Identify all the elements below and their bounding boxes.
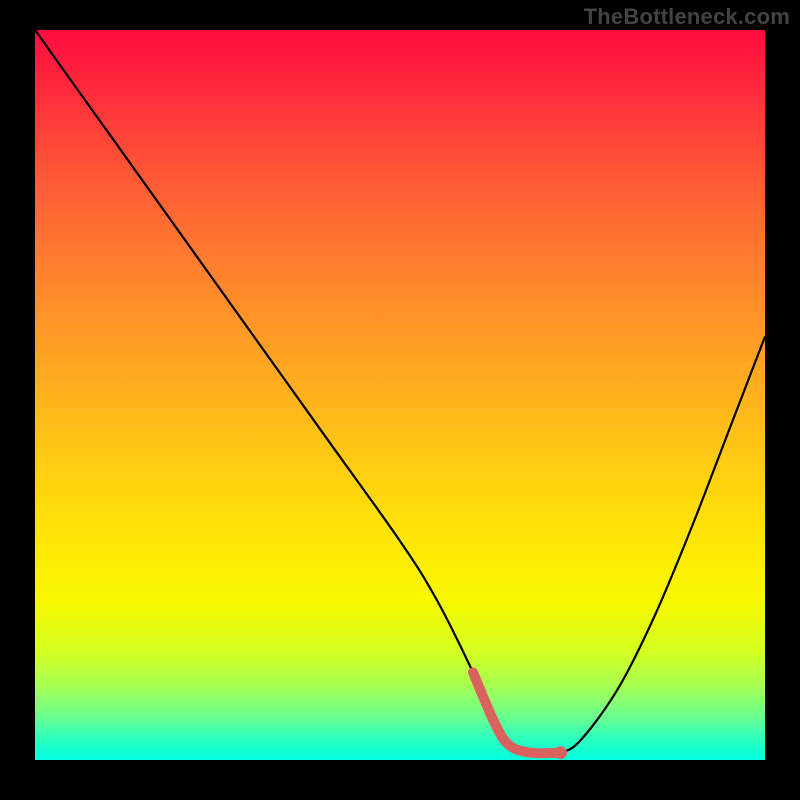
chart-frame <box>35 30 765 760</box>
highlight-end-dot <box>554 746 567 759</box>
chart-svg <box>35 30 765 760</box>
highlight-segment <box>473 672 561 753</box>
watermark-text: TheBottleneck.com <box>584 4 790 30</box>
bottleneck-curve-line <box>35 30 765 754</box>
